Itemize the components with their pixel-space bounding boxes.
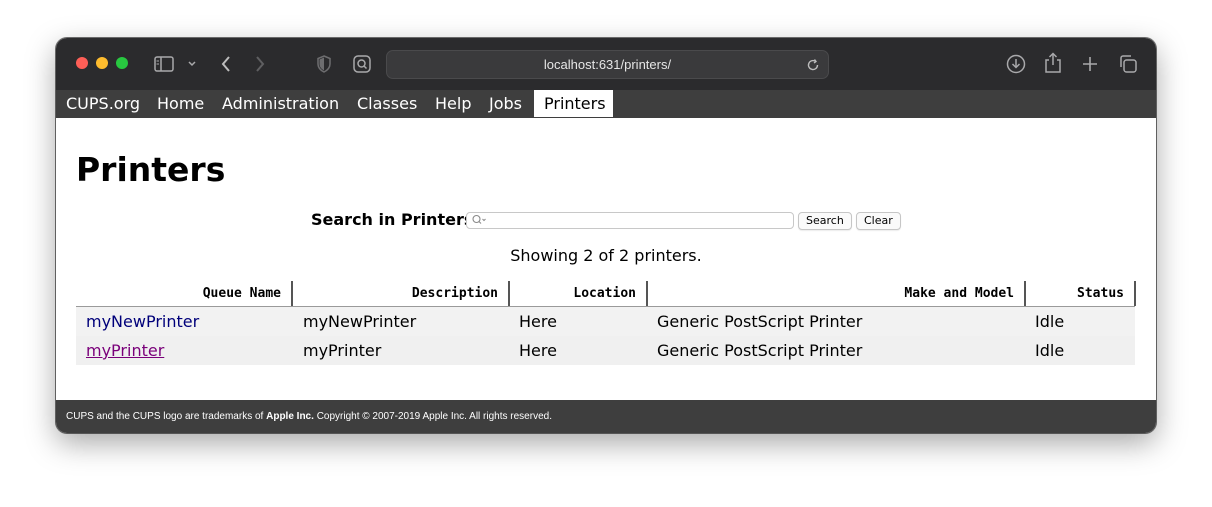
clear-button[interactable]: Clear — [856, 212, 901, 230]
make-model-cell: Generic PostScript Printer — [657, 341, 863, 360]
footer-text: CUPS and the CUPS logo are trademarks of… — [66, 400, 552, 433]
footer: CUPS and the CUPS logo are trademarks of… — [56, 400, 1156, 433]
reader-icon[interactable] — [353, 55, 371, 73]
footer-company: Apple Inc. — [266, 411, 314, 422]
table-row: myPrinter myPrinter Here Generic PostScr… — [76, 336, 1135, 365]
address-bar[interactable]: localhost:631/printers/ — [386, 50, 829, 79]
nav-cups-org[interactable]: CUPS.org — [56, 90, 150, 118]
search-input[interactable] — [466, 212, 794, 229]
reload-icon[interactable] — [806, 57, 820, 76]
queue-name-cell: myNewPrinter — [86, 307, 199, 336]
description-cell: myNewPrinter — [303, 312, 417, 331]
privacy-shield-icon[interactable] — [316, 55, 332, 73]
make-model-cell: Generic PostScript Printer — [657, 312, 863, 331]
column-header-status[interactable]: Status — [1026, 281, 1136, 306]
browser-toolbar: localhost:631/printers/ — [56, 38, 1156, 90]
location-cell: Here — [519, 341, 557, 360]
footer-trademark-text: CUPS and the CUPS logo are trademarks of — [66, 411, 264, 422]
status-cell: Idle — [1035, 341, 1065, 360]
url-text: localhost:631/printers/ — [543, 57, 672, 72]
queue-name-cell: myPrinter — [86, 336, 164, 365]
zoom-window-button[interactable] — [116, 57, 128, 69]
share-icon[interactable] — [1044, 52, 1062, 74]
printer-link[interactable]: myPrinter — [86, 341, 164, 360]
close-window-button[interactable] — [76, 57, 88, 69]
table-row: myNewPrinter myNewPrinter Here Generic P… — [76, 307, 1135, 336]
description-cell: myPrinter — [303, 341, 382, 360]
results-count: Showing 2 of 2 printers. — [510, 246, 702, 265]
sidebar-toggle-icon[interactable] — [154, 56, 174, 72]
table-header: Queue Name Description Location Make and… — [76, 281, 1136, 307]
new-tab-icon[interactable] — [1081, 55, 1099, 73]
column-header-queue-name[interactable]: Queue Name — [76, 281, 293, 306]
search-icon — [471, 213, 487, 230]
nav-help[interactable]: Help — [425, 90, 481, 118]
nav-jobs[interactable]: Jobs — [479, 90, 532, 118]
back-icon[interactable] — [220, 55, 232, 73]
footer-copyright-text: Copyright © 2007-2019 Apple Inc. All rig… — [316, 411, 552, 422]
column-header-location[interactable]: Location — [510, 281, 648, 306]
page-title: Printers — [76, 150, 226, 189]
nav-classes[interactable]: Classes — [347, 90, 427, 118]
column-header-make-model[interactable]: Make and Model — [648, 281, 1026, 306]
nav-administration[interactable]: Administration — [212, 90, 349, 118]
column-header-description[interactable]: Description — [293, 281, 510, 306]
nav-home[interactable]: Home — [147, 90, 214, 118]
status-cell: Idle — [1035, 312, 1065, 331]
printer-link[interactable]: myNewPrinter — [86, 312, 199, 331]
downloads-icon[interactable] — [1006, 54, 1026, 74]
search-label: Search in Printers: — [311, 210, 480, 229]
browser-window: localhost:631/printers/ CUPS.org Home Ad… — [56, 38, 1156, 433]
tab-overview-icon[interactable] — [1118, 54, 1138, 74]
forward-icon[interactable] — [254, 55, 266, 73]
search-button[interactable]: Search — [798, 212, 852, 230]
location-cell: Here — [519, 312, 557, 331]
cups-nav-bar: CUPS.org Home Administration Classes Hel… — [56, 90, 1156, 118]
page-content: Printers Search in Printers: Search Clea… — [56, 118, 1156, 400]
nav-printers[interactable]: Printers — [534, 90, 613, 117]
minimize-window-button[interactable] — [96, 57, 108, 69]
chevron-down-icon[interactable] — [187, 57, 197, 71]
